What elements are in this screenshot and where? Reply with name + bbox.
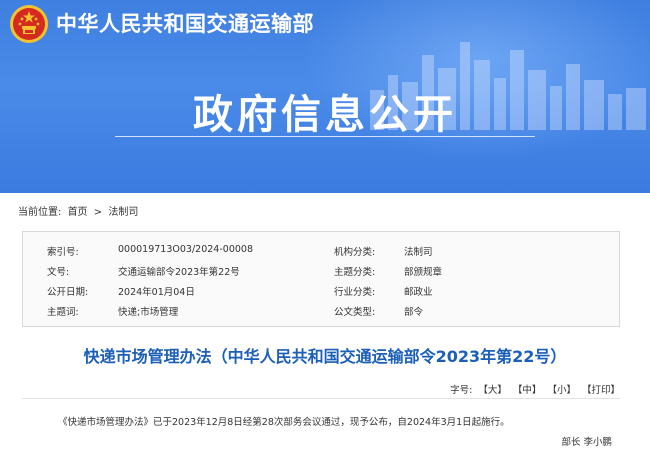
meta-value: 部颁规章 — [404, 264, 442, 278]
meta-label: 行业分类: — [334, 284, 375, 298]
font-medium-button[interactable]: 【中】 — [513, 385, 542, 396]
document-meta-table: 索引号: 000019713O03/2024-00008 机构分类: 法制司 文… — [22, 231, 620, 327]
meta-label: 公开日期: — [47, 284, 88, 298]
font-size-label: 字号: — [450, 385, 472, 396]
meta-value: 2024年01月04日 — [118, 284, 195, 298]
meta-label: 主题词: — [47, 304, 79, 318]
meta-label: 公文类型: — [334, 304, 375, 318]
national-emblem-icon — [9, 4, 49, 44]
article-body: 《快递市场管理办法》已于2023年12月8日经第28次部务会议通过，现予公布，自… — [58, 414, 510, 428]
meta-row: 公开日期: 2024年01月04日 行业分类: 邮政业 — [23, 278, 619, 298]
meta-value: 邮政业 — [404, 284, 433, 298]
meta-row: 索引号: 000019713O03/2024-00008 机构分类: 法制司 — [23, 238, 619, 258]
meta-value: 快递;市场管理 — [118, 304, 178, 318]
meta-row: 主题词: 快递;市场管理 公文类型: 部令 — [23, 298, 619, 318]
header-banner: 中华人民共和国交通运输部 政府信息公开 — [0, 0, 650, 193]
meta-value: 交通运输部令2023年第22号 — [118, 264, 240, 278]
meta-value: 部令 — [404, 304, 423, 318]
breadcrumb: 当前位置: 首页 > 法制司 — [18, 203, 141, 218]
meta-row: 文号: 交通运输部令2023年第22号 主题分类: 部颁规章 — [23, 258, 619, 278]
meta-value: 法制司 — [404, 244, 433, 258]
font-size-toolbar: 字号: 【大】 【中】 【小】 【打印】 — [450, 382, 620, 396]
content-divider — [22, 398, 620, 399]
meta-label: 机构分类: — [334, 244, 375, 258]
font-large-button[interactable]: 【大】 — [478, 385, 507, 396]
meta-label: 文号: — [47, 264, 69, 278]
print-button[interactable]: 【打印】 — [582, 385, 620, 396]
meta-value: 000019713O03/2024-00008 — [118, 244, 253, 255]
meta-label: 主题分类: — [334, 264, 375, 278]
section-title: 政府信息公开 — [0, 82, 650, 140]
breadcrumb-current-link[interactable]: 法制司 — [108, 207, 138, 218]
article-signature: 部长 李小鹏 — [561, 434, 612, 448]
breadcrumb-label: 当前位置: — [18, 207, 61, 218]
ministry-name[interactable]: 中华人民共和国交通运输部 — [56, 8, 314, 38]
meta-label: 索引号: — [47, 244, 79, 258]
breadcrumb-separator: > — [94, 207, 102, 218]
font-small-button[interactable]: 【小】 — [547, 385, 576, 396]
breadcrumb-home-link[interactable]: 首页 — [68, 207, 88, 218]
title-underline — [115, 136, 535, 137]
article-title: 快递市场管理办法（中华人民共和国交通运输部令2023年第22号） — [0, 343, 650, 367]
